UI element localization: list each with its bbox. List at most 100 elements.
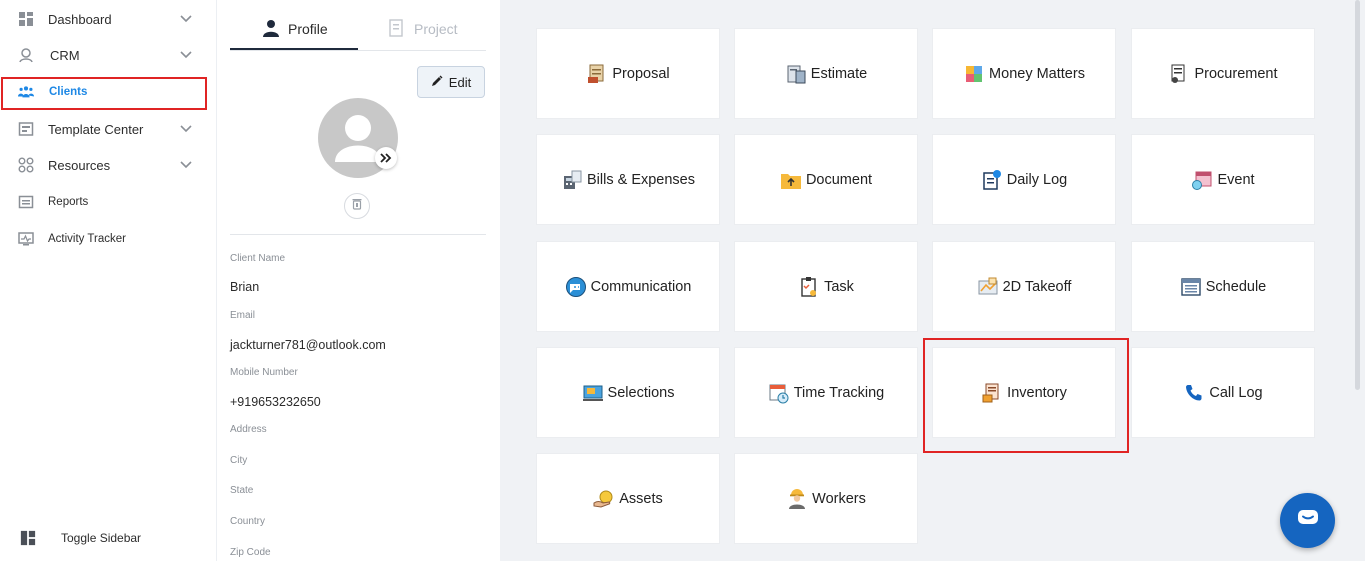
- sidebar-item-label: Clients: [49, 86, 88, 98]
- inventory-icon: [981, 382, 1003, 404]
- chevron-down-icon: [178, 121, 194, 137]
- procurement-icon: [1168, 63, 1190, 85]
- edit-label: Edit: [448, 74, 472, 90]
- module-label: Procurement: [1194, 65, 1278, 82]
- sidebar-item-reports[interactable]: Reports: [0, 186, 207, 218]
- estimate-icon: [785, 63, 807, 85]
- module-label: Inventory: [1007, 384, 1067, 401]
- module-card-task[interactable]: Task: [735, 242, 917, 331]
- pencil-icon: [431, 75, 443, 90]
- sidebar-item-label: Resources: [48, 157, 111, 173]
- dashboard-icon: [18, 11, 34, 27]
- worker-icon: [786, 488, 808, 510]
- sidebar-item-template-center[interactable]: Template Center: [0, 113, 207, 145]
- sidebar-item-label: Reports: [48, 196, 89, 208]
- zip-code-label: Zip Code: [230, 547, 271, 558]
- email-label: Email: [230, 310, 256, 321]
- double-chevron-right-icon[interactable]: [375, 147, 397, 169]
- module-card-estimate[interactable]: Estimate: [735, 29, 917, 118]
- tab-project-label: Project: [414, 21, 458, 37]
- chat-button[interactable]: [1280, 493, 1335, 548]
- address-label: Address: [230, 424, 267, 435]
- module-card-bills-expenses[interactable]: Bills & Expenses: [537, 135, 719, 224]
- communication-icon: [565, 276, 587, 298]
- client-name-label: Client Name: [230, 253, 286, 264]
- phone-icon: [1183, 382, 1205, 404]
- bills-icon: [561, 169, 583, 191]
- schedule-icon: [1180, 276, 1202, 298]
- divider: [230, 234, 486, 235]
- sidebar-item-clients[interactable]: Clients: [0, 76, 207, 108]
- module-card-schedule[interactable]: Schedule: [1132, 242, 1314, 331]
- module-label: Bills & Expenses: [587, 171, 695, 188]
- profile-tabs: Profile Project: [230, 8, 486, 51]
- selections-icon: [582, 382, 604, 404]
- module-label: Assets: [619, 490, 663, 507]
- sidebar-item-label: Activity Tracker: [48, 233, 126, 245]
- toggle-sidebar-button[interactable]: Toggle Sidebar: [0, 523, 217, 553]
- user-icon: [262, 19, 280, 40]
- resources-icon: [18, 157, 34, 173]
- chevron-down-icon: [178, 157, 194, 173]
- module-card-selections[interactable]: Selections: [537, 348, 719, 437]
- tab-profile[interactable]: Profile: [262, 8, 328, 50]
- module-card-call-log[interactable]: Call Log: [1132, 348, 1314, 437]
- sidebar-item-dashboard[interactable]: Dashboard: [0, 3, 207, 35]
- module-label: Workers: [812, 490, 866, 507]
- module-label: Time Tracking: [793, 384, 885, 401]
- assets-icon: [593, 488, 615, 510]
- module-card-proposal[interactable]: Proposal: [537, 29, 719, 118]
- tab-project[interactable]: Project: [388, 8, 458, 50]
- crm-icon: [18, 47, 34, 63]
- event-icon: [1191, 169, 1213, 191]
- sidebar-item-label: Template Center: [48, 121, 144, 137]
- module-card-communication[interactable]: Communication: [537, 242, 719, 331]
- module-card-daily-log[interactable]: Daily Log: [933, 135, 1115, 224]
- module-card-assets[interactable]: Assets: [537, 454, 719, 543]
- client-profile-panel: Profile Project Edit Client Name Brian E…: [217, 0, 500, 561]
- module-card-document[interactable]: Document: [735, 135, 917, 224]
- module-label: Call Log: [1209, 384, 1263, 401]
- task-icon: [798, 276, 820, 298]
- time-tracking-icon: [768, 382, 790, 404]
- trash-icon: [352, 197, 362, 215]
- scrollbar[interactable]: [1355, 0, 1360, 390]
- module-label: Event: [1217, 171, 1255, 188]
- client-name-value: Brian: [230, 280, 260, 294]
- module-card-event[interactable]: Event: [1132, 135, 1314, 224]
- active-tab-underline: [230, 48, 358, 50]
- module-label: Selections: [607, 384, 675, 401]
- module-card-procurement[interactable]: Procurement: [1132, 29, 1314, 118]
- sidebar: Dashboard CRM Clients Template Center Re…: [0, 0, 217, 561]
- mobile-value: +919653232650: [230, 395, 321, 409]
- module-label: Proposal: [612, 65, 670, 82]
- daily-log-icon: [981, 169, 1003, 191]
- module-card-money-matters[interactable]: Money Matters: [933, 29, 1115, 118]
- sidebar-item-crm[interactable]: CRM: [0, 39, 207, 71]
- document-icon: [780, 169, 802, 191]
- mobile-label: Mobile Number: [230, 367, 298, 378]
- reports-icon: [18, 194, 34, 210]
- module-card-2d-takeoff[interactable]: 2D Takeoff: [933, 242, 1115, 331]
- template-icon: [18, 121, 34, 137]
- takeoff-icon: [977, 276, 999, 298]
- module-card-inventory[interactable]: Inventory: [933, 348, 1115, 437]
- delete-avatar-button[interactable]: [344, 193, 370, 219]
- chat-icon: [1296, 508, 1320, 533]
- chevron-down-icon: [178, 47, 194, 63]
- proposal-icon: [586, 63, 608, 85]
- module-card-time-tracking[interactable]: Time Tracking: [735, 348, 917, 437]
- project-icon: [388, 18, 406, 40]
- module-card-workers[interactable]: Workers: [735, 454, 917, 543]
- sidebar-item-label: CRM: [50, 47, 80, 63]
- edit-button[interactable]: Edit: [417, 66, 485, 98]
- layout-icon: [20, 530, 36, 546]
- sidebar-item-activity-tracker[interactable]: Activity Tracker: [0, 223, 207, 255]
- module-label: Communication: [590, 278, 692, 295]
- city-label: City: [230, 455, 248, 466]
- module-label: Schedule: [1205, 278, 1267, 295]
- activity-icon: [18, 231, 34, 247]
- money-icon: [963, 63, 985, 85]
- module-label: Daily Log: [1006, 171, 1068, 188]
- sidebar-item-resources[interactable]: Resources: [0, 149, 207, 181]
